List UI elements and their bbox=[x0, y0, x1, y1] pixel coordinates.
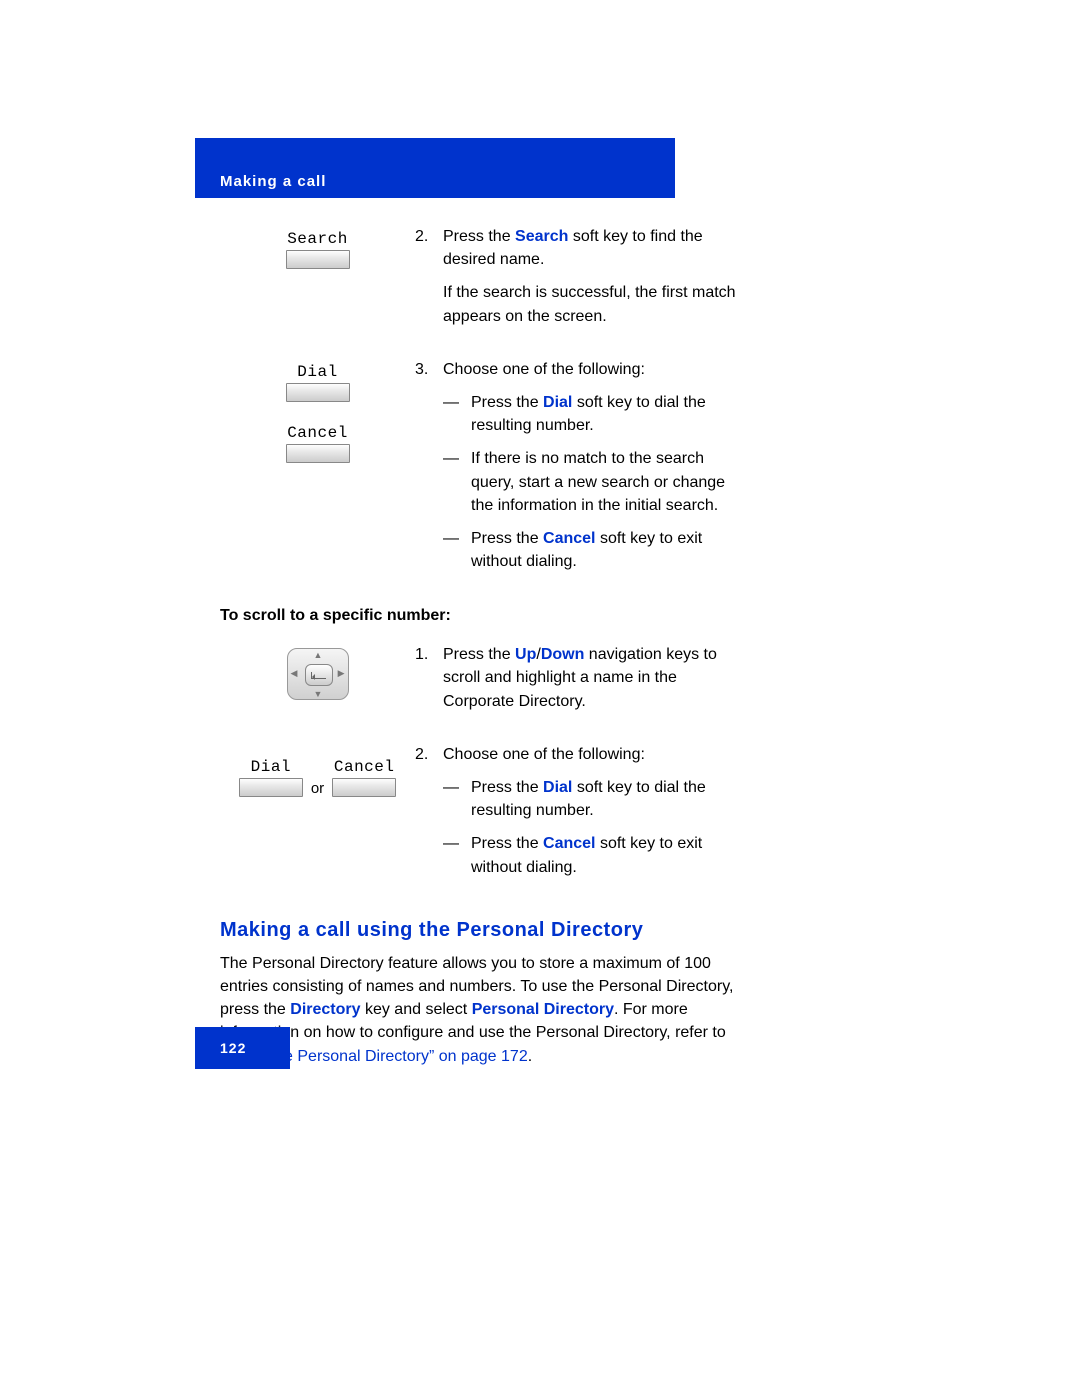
content-area: Search 2. Press the Search soft key to f… bbox=[220, 225, 750, 1068]
scroll-1-text: 1. Press the Up/Down navigation keys to … bbox=[415, 643, 750, 725]
scroll-heading: To scroll to a specific number: bbox=[220, 607, 750, 625]
enter-icon bbox=[311, 672, 326, 679]
step-2-row: Search 2. Press the Search soft key to f… bbox=[220, 225, 750, 340]
footer-bar: 122 bbox=[195, 1027, 290, 1069]
dial-softkey-label: Dial bbox=[297, 363, 337, 381]
dial-softkey-2: Dial bbox=[239, 758, 303, 797]
step-2-text: 2. Press the Search soft key to find the… bbox=[415, 225, 750, 340]
up-keyword: Up bbox=[515, 646, 536, 663]
step3-opt3-a: Press the bbox=[471, 530, 543, 547]
dash: — bbox=[443, 776, 471, 822]
para-d: . bbox=[528, 1048, 532, 1065]
dial-or-cancel-keys: Dial or Cancel bbox=[239, 758, 396, 797]
scroll-1-keys: ▲ ▼ ◀ ▶ bbox=[220, 643, 415, 700]
scroll2-opt1-a: Press the bbox=[471, 779, 543, 796]
para-b: key and select bbox=[361, 1001, 472, 1018]
scroll-1-row: ▲ ▼ ◀ ▶ 1. Press the Up/Down navigation … bbox=[220, 643, 750, 725]
cancel-keyword: Cancel bbox=[543, 530, 595, 547]
dial-keyword: Dial bbox=[543, 394, 572, 411]
section-paragraph: The Personal Directory feature allows yo… bbox=[220, 952, 750, 1068]
scroll-2-text: 2. Choose one of the following: — Press … bbox=[415, 743, 750, 891]
page-number: 122 bbox=[220, 1040, 246, 1056]
step-3-keys: Dial Cancel bbox=[220, 358, 415, 485]
personal-directory-keyword: Personal Directory bbox=[472, 1001, 614, 1018]
step-3-text: 3. Choose one of the following: — Press … bbox=[415, 358, 750, 586]
down-keyword: Down bbox=[541, 646, 585, 663]
scroll-2-keys: Dial or Cancel bbox=[220, 743, 415, 797]
step-3-row: Dial Cancel 3. Choose one of the followi… bbox=[220, 358, 750, 586]
header-title: Making a call bbox=[220, 173, 326, 190]
step3-opt2: If there is no match to the search query… bbox=[471, 447, 750, 517]
nav-down-icon: ▼ bbox=[314, 689, 323, 699]
dial-keyword-2: Dial bbox=[543, 779, 572, 796]
step-2-text-result: If the search is successful, the first m… bbox=[443, 284, 736, 324]
search-softkey-button[interactable] bbox=[286, 250, 350, 269]
step-2-text-a: Press the bbox=[443, 228, 515, 245]
or-text: or bbox=[311, 780, 324, 797]
dial-softkey: Dial bbox=[286, 363, 350, 402]
nav-left-icon: ◀ bbox=[291, 668, 298, 679]
cancel-softkey-button[interactable] bbox=[286, 444, 350, 463]
search-keyword: Search bbox=[515, 228, 568, 245]
dial-softkey-2-label: Dial bbox=[251, 758, 291, 776]
step-3-number: 3. bbox=[415, 358, 443, 574]
step-2-keys: Search bbox=[220, 225, 415, 291]
cancel-keyword-2: Cancel bbox=[543, 835, 595, 852]
nav-enter-button[interactable] bbox=[305, 664, 333, 686]
cancel-softkey-label: Cancel bbox=[287, 424, 348, 442]
step3-opt1-a: Press the bbox=[471, 394, 543, 411]
scroll1-a: Press the bbox=[443, 646, 515, 663]
search-softkey-label: Search bbox=[287, 230, 348, 248]
scroll2-opt2-a: Press the bbox=[471, 835, 543, 852]
dash: — bbox=[443, 832, 471, 878]
nav-up-icon: ▲ bbox=[314, 650, 323, 660]
dash: — bbox=[443, 527, 471, 573]
step-2-number: 2. bbox=[415, 225, 443, 328]
cancel-softkey-2: Cancel bbox=[332, 758, 396, 797]
step-3-intro: Choose one of the following: bbox=[443, 361, 645, 378]
cancel-softkey-2-button[interactable] bbox=[332, 778, 396, 797]
directory-keyword: Directory bbox=[290, 1001, 360, 1018]
section-heading: Making a call using the Personal Directo… bbox=[220, 919, 750, 942]
nav-right-icon: ▶ bbox=[338, 668, 345, 679]
dial-softkey-2-button[interactable] bbox=[239, 778, 303, 797]
page: Making a call Search 2. Press the Search… bbox=[0, 0, 1080, 1397]
cancel-softkey: Cancel bbox=[286, 424, 350, 463]
scroll-1-number: 1. bbox=[415, 643, 443, 713]
cancel-softkey-2-label: Cancel bbox=[334, 758, 395, 776]
scroll-2-row: Dial or Cancel 2. Choose one of the foll… bbox=[220, 743, 750, 891]
scroll-2-number: 2. bbox=[415, 743, 443, 879]
scroll2-intro: Choose one of the following: bbox=[443, 746, 645, 763]
search-softkey: Search bbox=[286, 230, 350, 269]
header-bar: Making a call bbox=[195, 138, 675, 198]
dash: — bbox=[443, 447, 471, 517]
dial-softkey-button[interactable] bbox=[286, 383, 350, 402]
dash: — bbox=[443, 391, 471, 437]
navigation-pad[interactable]: ▲ ▼ ◀ ▶ bbox=[287, 648, 349, 700]
